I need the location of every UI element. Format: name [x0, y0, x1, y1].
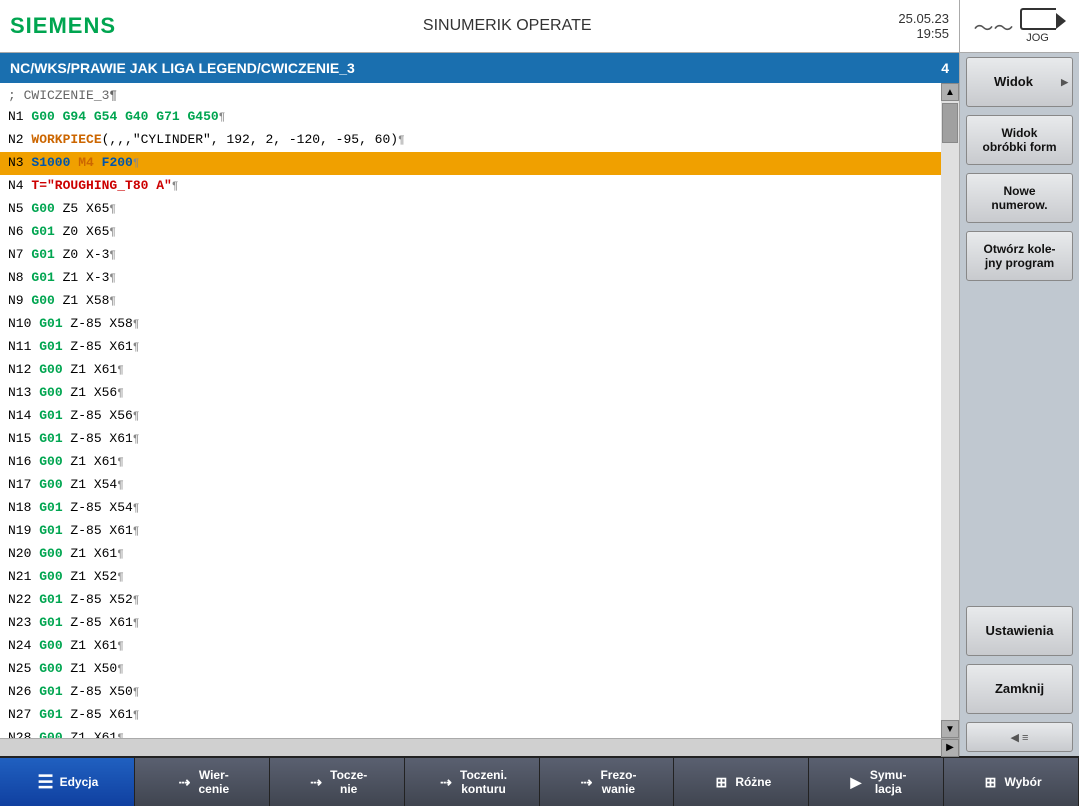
jog-area: 〜〜 JOG — [959, 0, 1069, 53]
sidebar-btn-otworz-kolejny[interactable]: Otwórz kole-jny program — [966, 231, 1073, 281]
edycja-icon: ☰ — [36, 772, 56, 793]
hscroll-right-btn[interactable]: ▶ — [941, 739, 959, 757]
toolbar-btn-edycja[interactable]: ☰ Edycja — [0, 758, 135, 806]
scroll-up-btn[interactable]: ▲ — [941, 83, 959, 101]
toolbar-btn-toczenie-konturu[interactable]: ⇢ Toczeni.konturu — [405, 758, 540, 806]
sidebar-btn-widok[interactable]: Widok — [966, 57, 1073, 107]
frezowanie-label: Frezo-wanie — [600, 768, 636, 797]
code-line-22[interactable]: N21 G00 Z1 X52¶ — [0, 566, 941, 589]
rozne-icon: ⊞ — [711, 774, 731, 791]
code-line-3[interactable]: N2 WORKPIECE(,,,"CYLINDER", 192, 2, -120… — [0, 129, 941, 152]
toczenie-icon: ⇢ — [306, 774, 326, 791]
toolbar-btn-wybor[interactable]: ⊞ Wybór — [944, 758, 1079, 806]
edycja-label: Edycja — [60, 775, 99, 789]
sidebar-spacer — [960, 285, 1079, 602]
sidebar: Widok Widokobróbki form Nowenumerow. Otw… — [959, 53, 1079, 756]
code-line-10[interactable]: N9 G00 Z1 X58¶ — [0, 290, 941, 313]
code-line-23[interactable]: N22 G01 Z-85 X52¶ — [0, 589, 941, 612]
toczenie-label: Tocze-nie — [330, 768, 367, 797]
code-line-8[interactable]: N7 G01 Z0 X-3¶ — [0, 244, 941, 267]
editor-area: NC/WKS/PRAWIE JAK LIGA LEGEND/CWICZENIE_… — [0, 53, 959, 756]
siemens-logo: SIEMENS — [10, 13, 116, 39]
wiercenie-icon: ⇢ — [174, 774, 194, 791]
rozne-label: Różne — [735, 775, 771, 789]
sidebar-btn-nowe-numerow[interactable]: Nowenumerow. — [966, 173, 1073, 223]
code-line-18[interactable]: N17 G00 Z1 X54¶ — [0, 474, 941, 497]
code-line-21[interactable]: N20 G00 Z1 X61¶ — [0, 543, 941, 566]
code-line-27[interactable]: N26 G01 Z-85 X50¶ — [0, 681, 941, 704]
scroll-thumb[interactable] — [942, 103, 958, 143]
wybor-icon: ⊞ — [981, 774, 1001, 791]
code-line-9[interactable]: N8 G01 Z1 X-3¶ — [0, 267, 941, 290]
code-line-13[interactable]: N12 G00 Z1 X61¶ — [0, 359, 941, 382]
scroll-down-btn[interactable]: ▼ — [941, 720, 959, 738]
code-line-16[interactable]: N15 G01 Z-85 X61¶ — [0, 428, 941, 451]
editor-titlebar: NC/WKS/PRAWIE JAK LIGA LEGEND/CWICZENIE_… — [0, 53, 959, 83]
toczenie-konturu-label: Toczeni.konturu — [460, 768, 507, 797]
main: NC/WKS/PRAWIE JAK LIGA LEGEND/CWICZENIE_… — [0, 53, 1079, 756]
sidebar-btn-ustawienia[interactable]: Ustawienia — [966, 606, 1073, 656]
jog-label: JOG — [1026, 32, 1049, 44]
code-lines[interactable]: ; CWICZENIE_3¶N1 G00 G94 G54 G40 G71 G45… — [0, 83, 941, 738]
code-line-5[interactable]: N4 T="ROUGHING_T80 A"¶ — [0, 175, 941, 198]
toolbar-btn-rozne[interactable]: ⊞ Różne — [674, 758, 809, 806]
code-line-15[interactable]: N14 G01 Z-85 X56¶ — [0, 405, 941, 428]
code-line-20[interactable]: N19 G01 Z-85 X61¶ — [0, 520, 941, 543]
code-line-12[interactable]: N11 G01 Z-85 X61¶ — [0, 336, 941, 359]
scrollbar-area: ▲ ▼ — [941, 83, 959, 738]
code-line-19[interactable]: N18 G01 Z-85 X54¶ — [0, 497, 941, 520]
code-line-25[interactable]: N24 G00 Z1 X61¶ — [0, 635, 941, 658]
code-line-17[interactable]: N16 G00 Z1 X61¶ — [0, 451, 941, 474]
symulacja-icon: ▶ — [846, 774, 866, 791]
code-line-29[interactable]: N28 G00 Z1 X61¶ — [0, 727, 941, 738]
toolbar-btn-wiercenie[interactable]: ⇢ Wier-cenie — [135, 758, 270, 806]
frezowanie-icon: ⇢ — [576, 774, 596, 791]
code-line-14[interactable]: N13 G00 Z1 X56¶ — [0, 382, 941, 405]
mode-icon — [1020, 8, 1056, 30]
jog-wave-icon: 〜〜 — [974, 12, 1014, 41]
app-title: SINUMERIK OPERATE — [116, 17, 898, 35]
code-line-1[interactable]: ; CWICZENIE_3¶ — [0, 85, 941, 106]
toolbar: ☰ Edycja ⇢ Wier-cenie ⇢ Tocze-nie ⇢ Tocz… — [0, 756, 1079, 806]
sidebar-btn-widok-obrobki[interactable]: Widokobróbki form — [966, 115, 1073, 165]
editor-content: ; CWICZENIE_3¶N1 G00 G94 G54 G40 G71 G45… — [0, 83, 959, 738]
toolbar-btn-symulacja[interactable]: ▶ Symu-lacja — [809, 758, 944, 806]
wybor-label: Wybór — [1005, 775, 1042, 789]
code-line-7[interactable]: N6 G01 Z0 X65¶ — [0, 221, 941, 244]
wiercenie-label: Wier-cenie — [198, 768, 229, 797]
header: SIEMENS SINUMERIK OPERATE 25.05.23 19:55… — [0, 0, 1079, 53]
code-line-6[interactable]: N5 G00 Z5 X65¶ — [0, 198, 941, 221]
toolbar-btn-frezowanie[interactable]: ⇢ Frezo-wanie — [540, 758, 675, 806]
code-line-2[interactable]: N1 G00 G94 G54 G40 G71 G450¶ — [0, 106, 941, 129]
sidebar-small-btn[interactable]: ◀ ≡ — [966, 722, 1073, 752]
code-line-11[interactable]: N10 G01 Z-85 X58¶ — [0, 313, 941, 336]
symulacja-label: Symu-lacja — [870, 768, 907, 797]
editor-number: 4 — [941, 60, 949, 76]
code-line-28[interactable]: N27 G01 Z-85 X61¶ — [0, 704, 941, 727]
code-line-4[interactable]: N3 S1000 M4 F200¶ — [0, 152, 941, 175]
code-line-26[interactable]: N25 G00 Z1 X50¶ — [0, 658, 941, 681]
hscroll: ▶ — [0, 738, 959, 756]
scroll-track — [941, 101, 959, 720]
datetime: 25.05.23 19:55 — [898, 11, 949, 41]
editor-title: NC/WKS/PRAWIE JAK LIGA LEGEND/CWICZENIE_… — [10, 60, 355, 76]
toczenie-konturu-icon: ⇢ — [436, 774, 456, 791]
toolbar-btn-toczenie[interactable]: ⇢ Tocze-nie — [270, 758, 405, 806]
sidebar-btn-zamknij[interactable]: Zamknij — [966, 664, 1073, 714]
code-line-24[interactable]: N23 G01 Z-85 X61¶ — [0, 612, 941, 635]
